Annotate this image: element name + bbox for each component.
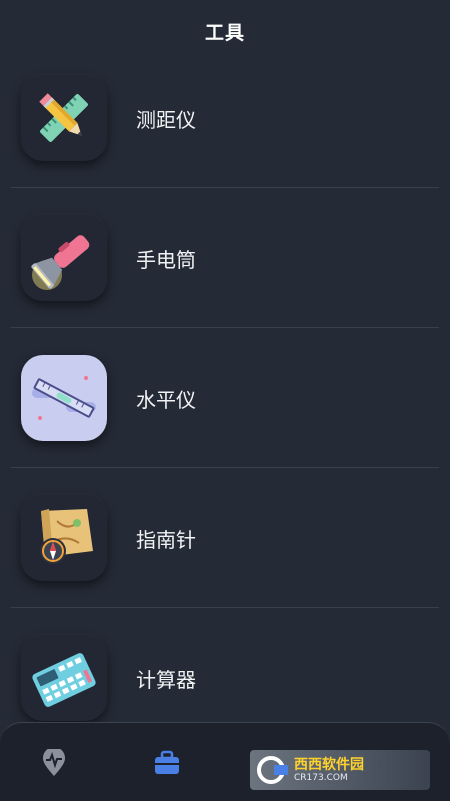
watermark-sub: CR173.COM (294, 773, 348, 783)
tool-label: 测距仪 (136, 107, 196, 132)
watermark-logo-icon (257, 756, 288, 784)
tool-icon-tile (21, 215, 107, 301)
watermark-text-group: 西西软件园 CR173.COM (294, 757, 364, 783)
nav-item-health[interactable] (40, 749, 68, 777)
tool-icon-tile (21, 75, 107, 161)
compass-map-icon (40, 509, 93, 564)
ruler-pencil-icon (39, 93, 88, 142)
tool-label: 计算器 (136, 667, 196, 692)
health-map-pin-icon (43, 749, 65, 776)
tool-item-rangefinder[interactable]: 测距仪 (0, 48, 450, 188)
watermark-text: 西西软件园 (294, 757, 364, 773)
tool-icon-tile (21, 635, 107, 721)
tool-list: 测距仪 手电筒 水平仪 指南针 计算器 (0, 48, 450, 748)
tool-item-compass[interactable]: 指南针 (0, 468, 450, 608)
tool-label: 水平仪 (136, 387, 196, 412)
calculator-icon (32, 653, 96, 707)
nav-item-tools[interactable] (153, 749, 181, 777)
flashlight-icon (31, 235, 90, 290)
spirit-level-icon (32, 376, 96, 420)
tool-label: 指南针 (136, 527, 196, 552)
tool-item-flashlight[interactable]: 手电筒 (0, 188, 450, 328)
tool-item-spirit-level[interactable]: 水平仪 (0, 328, 450, 468)
watermark: 西西软件园 CR173.COM (250, 750, 430, 790)
tool-label: 手电筒 (136, 247, 196, 272)
tool-icon-tile (21, 495, 107, 581)
page-title: 工具 (204, 21, 245, 44)
toolbox-icon (155, 750, 179, 774)
tool-icon-tile (21, 355, 107, 441)
